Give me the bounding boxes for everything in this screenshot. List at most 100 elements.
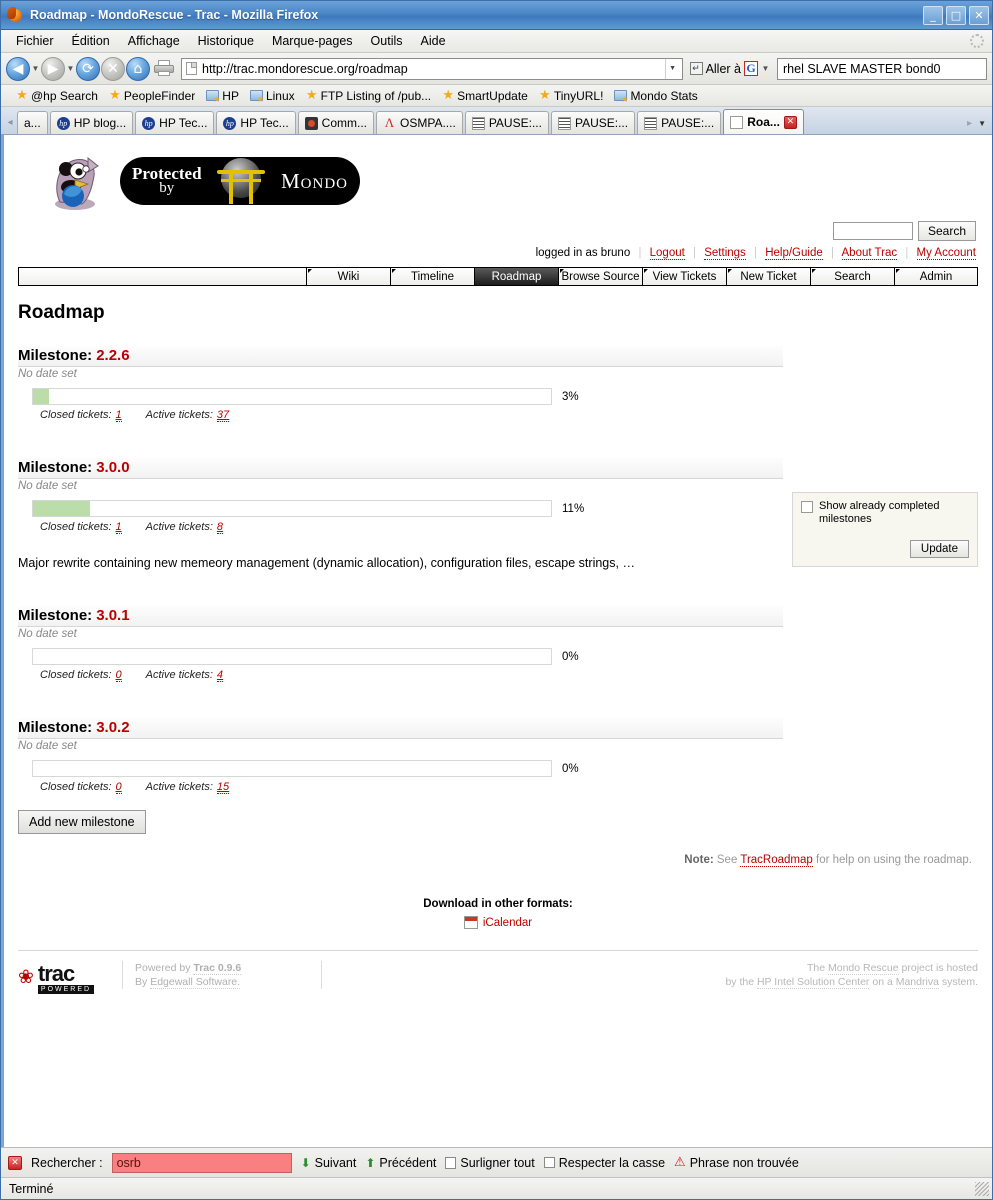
active-tickets-count[interactable]: 4 <box>216 669 224 682</box>
reload-icon[interactable]: ⟳ <box>76 56 100 81</box>
forward-history-dropdown-icon[interactable]: ▼ <box>66 64 75 73</box>
site-search-button[interactable]: Search <box>917 221 976 241</box>
bookmark-folder-hp[interactable]: HP <box>201 88 244 104</box>
bookmark-ftp-listing[interactable]: ★ FTP Listing of /pub... <box>301 88 437 104</box>
tab-scroll-left-icon[interactable]: ◂ <box>3 117 17 134</box>
url-bar[interactable]: http://trac.mondorescue.org/roadmap ▼ <box>181 57 683 80</box>
milestone-progress-bar[interactable] <box>32 388 552 405</box>
metanav-settings[interactable]: Settings <box>704 247 746 260</box>
menu-outils[interactable]: Outils <box>362 32 412 50</box>
tab-hp-blog[interactable]: hp HP blog... <box>49 111 134 134</box>
show-completed-checkbox[interactable] <box>801 501 813 513</box>
milestone-progress-bar[interactable] <box>32 648 552 665</box>
menu-marque-pages[interactable]: Marque-pages <box>263 32 362 50</box>
milestone-prefix: Milestone: <box>18 719 93 736</box>
search-engine-dropdown-icon[interactable]: ▼ <box>761 64 770 73</box>
closed-tickets-count[interactable]: 1 <box>115 409 122 422</box>
milestone-version-link[interactable]: 2.2.6 <box>96 347 129 364</box>
mandriva-link[interactable]: Mandriva <box>895 976 939 989</box>
resize-grip[interactable] <box>975 1181 989 1196</box>
star-icon: ★ <box>109 87 121 103</box>
trac-powered-logo[interactable]: ❀ trac POWERED <box>18 961 114 994</box>
tab-hp-tec-2[interactable]: hp HP Tec... <box>216 111 296 134</box>
tab-pause-1[interactable]: PAUSE:... <box>464 111 549 134</box>
url-dropdown-icon[interactable]: ▼ <box>664 58 680 79</box>
find-next-button[interactable]: ⬇ Suivant <box>301 1156 357 1170</box>
closed-tickets-count[interactable]: 0 <box>115 669 122 682</box>
nav-browse-source[interactable]: Browse Source <box>558 267 642 285</box>
edgewall-link[interactable]: Edgewall Software. <box>150 976 241 989</box>
highlight-all-button[interactable]: Surligner tout <box>445 1156 535 1170</box>
menu-affichage[interactable]: Affichage <box>119 32 189 50</box>
close-button[interactable]: ✕ <box>969 5 989 25</box>
search-input[interactable]: rhel SLAVE MASTER bond0 <box>777 57 987 80</box>
home-icon[interactable]: ⌂ <box>126 56 150 81</box>
tab-a[interactable]: a... <box>17 111 48 134</box>
nav-view-tickets[interactable]: View Tickets <box>642 267 726 285</box>
print-icon[interactable] <box>154 60 174 77</box>
go-to-button[interactable]: ↵ Aller à G <box>688 61 760 76</box>
tab-scroll-right-icon[interactable]: ▸ <box>967 118 972 129</box>
nav-wiki[interactable]: Wiki <box>306 267 390 285</box>
milestone-progress-bar[interactable] <box>32 500 552 517</box>
back-history-dropdown-icon[interactable]: ▼ <box>31 64 40 73</box>
closed-tickets-count[interactable]: 0 <box>115 781 122 794</box>
nav-new-ticket[interactable]: New Ticket <box>726 267 810 285</box>
bookmark-folder-mondo-stats[interactable]: Mondo Stats <box>609 88 702 104</box>
milestone-progress-bar[interactable] <box>32 760 552 777</box>
find-input[interactable]: osrb <box>111 1152 292 1173</box>
tracroadmap-link[interactable]: TracRoadmap <box>740 854 813 867</box>
hp-intel-solution-center-link[interactable]: HP Intel Solution Center <box>756 976 870 989</box>
milestone-version-link[interactable]: 3.0.2 <box>96 719 129 736</box>
nav-search[interactable]: Search <box>810 267 894 285</box>
download-icalendar[interactable]: iCalendar <box>463 916 532 929</box>
tab-strip-controls: ▸ ▼ <box>967 118 990 134</box>
bookmark-hp-search[interactable]: ★ @hp Search <box>11 88 103 104</box>
tab-hp-tec-1[interactable]: hp HP Tec... <box>135 111 215 134</box>
menu-historique[interactable]: Historique <box>189 32 263 50</box>
active-tickets-count[interactable]: 37 <box>216 409 230 422</box>
tab-pause-2[interactable]: PAUSE:... <box>550 111 636 134</box>
stop-icon[interactable]: ✕ <box>101 56 125 81</box>
minimize-button[interactable]: _ <box>923 5 943 25</box>
back-icon[interactable]: ◀ <box>6 56 30 81</box>
tab-roadmap[interactable]: Roa... ✕ <box>723 109 804 134</box>
mondo-rescue-link[interactable]: Mondo Rescue <box>827 962 899 975</box>
menu-fichier[interactable]: Fichier <box>7 32 63 50</box>
find-previous-button[interactable]: ⬆ Précédent <box>365 1156 436 1170</box>
nav-admin[interactable]: Admin <box>894 267 978 285</box>
maximize-button[interactable]: □ <box>946 5 966 25</box>
menu-aide[interactable]: Aide <box>412 32 455 50</box>
metanav-my-account[interactable]: My Account <box>916 247 976 260</box>
active-tickets-count[interactable]: 8 <box>216 521 224 534</box>
bookmark-folder-linux[interactable]: Linux <box>245 88 300 104</box>
trac-version-link[interactable]: Trac 0.9.6 <box>193 962 242 975</box>
active-tickets-label: Active tickets: <box>145 781 213 793</box>
bookmark-smartupdate[interactable]: ★ SmartUpdate <box>437 88 533 104</box>
metanav-help-guide[interactable]: Help/Guide <box>765 247 823 260</box>
close-icon[interactable]: ✕ <box>8 1155 22 1170</box>
site-search-input[interactable] <box>832 222 913 240</box>
tab-comm[interactable]: Comm... <box>297 111 375 134</box>
closed-tickets-count[interactable]: 1 <box>115 521 122 534</box>
tab-pause-3[interactable]: PAUSE:... <box>637 111 722 134</box>
metanav-logout[interactable]: Logout <box>649 247 685 260</box>
milestone-version-link[interactable]: 3.0.0 <box>96 459 129 476</box>
update-button[interactable]: Update <box>909 540 969 558</box>
active-tickets-count[interactable]: 15 <box>216 781 230 794</box>
nav-roadmap[interactable]: Roadmap <box>474 267 558 285</box>
metanav-about-trac[interactable]: About Trac <box>841 247 898 260</box>
tab-osmpa[interactable]: Λ OSMPA.... <box>376 111 463 134</box>
match-case-checkbox[interactable]: Respecter la casse <box>543 1156 665 1170</box>
bookmark-peoplefinder[interactable]: ★ PeopleFinder <box>104 88 200 104</box>
tab-close-icon[interactable]: ✕ <box>783 115 797 129</box>
add-new-milestone-button[interactable]: Add new milestone <box>18 810 146 834</box>
forward-icon[interactable]: ▶ <box>41 56 65 81</box>
nav-timeline[interactable]: Timeline <box>390 267 474 285</box>
bookmark-label: PeopleFinder <box>123 88 196 103</box>
milestone-version-link[interactable]: 3.0.1 <box>96 607 129 624</box>
icalendar-link[interactable]: iCalendar <box>483 917 532 929</box>
tab-list-dropdown-icon[interactable]: ▼ <box>978 119 986 128</box>
bookmark-tinyurl[interactable]: ★ TinyURL! <box>534 88 609 104</box>
menu-edition[interactable]: Édition <box>63 32 119 50</box>
